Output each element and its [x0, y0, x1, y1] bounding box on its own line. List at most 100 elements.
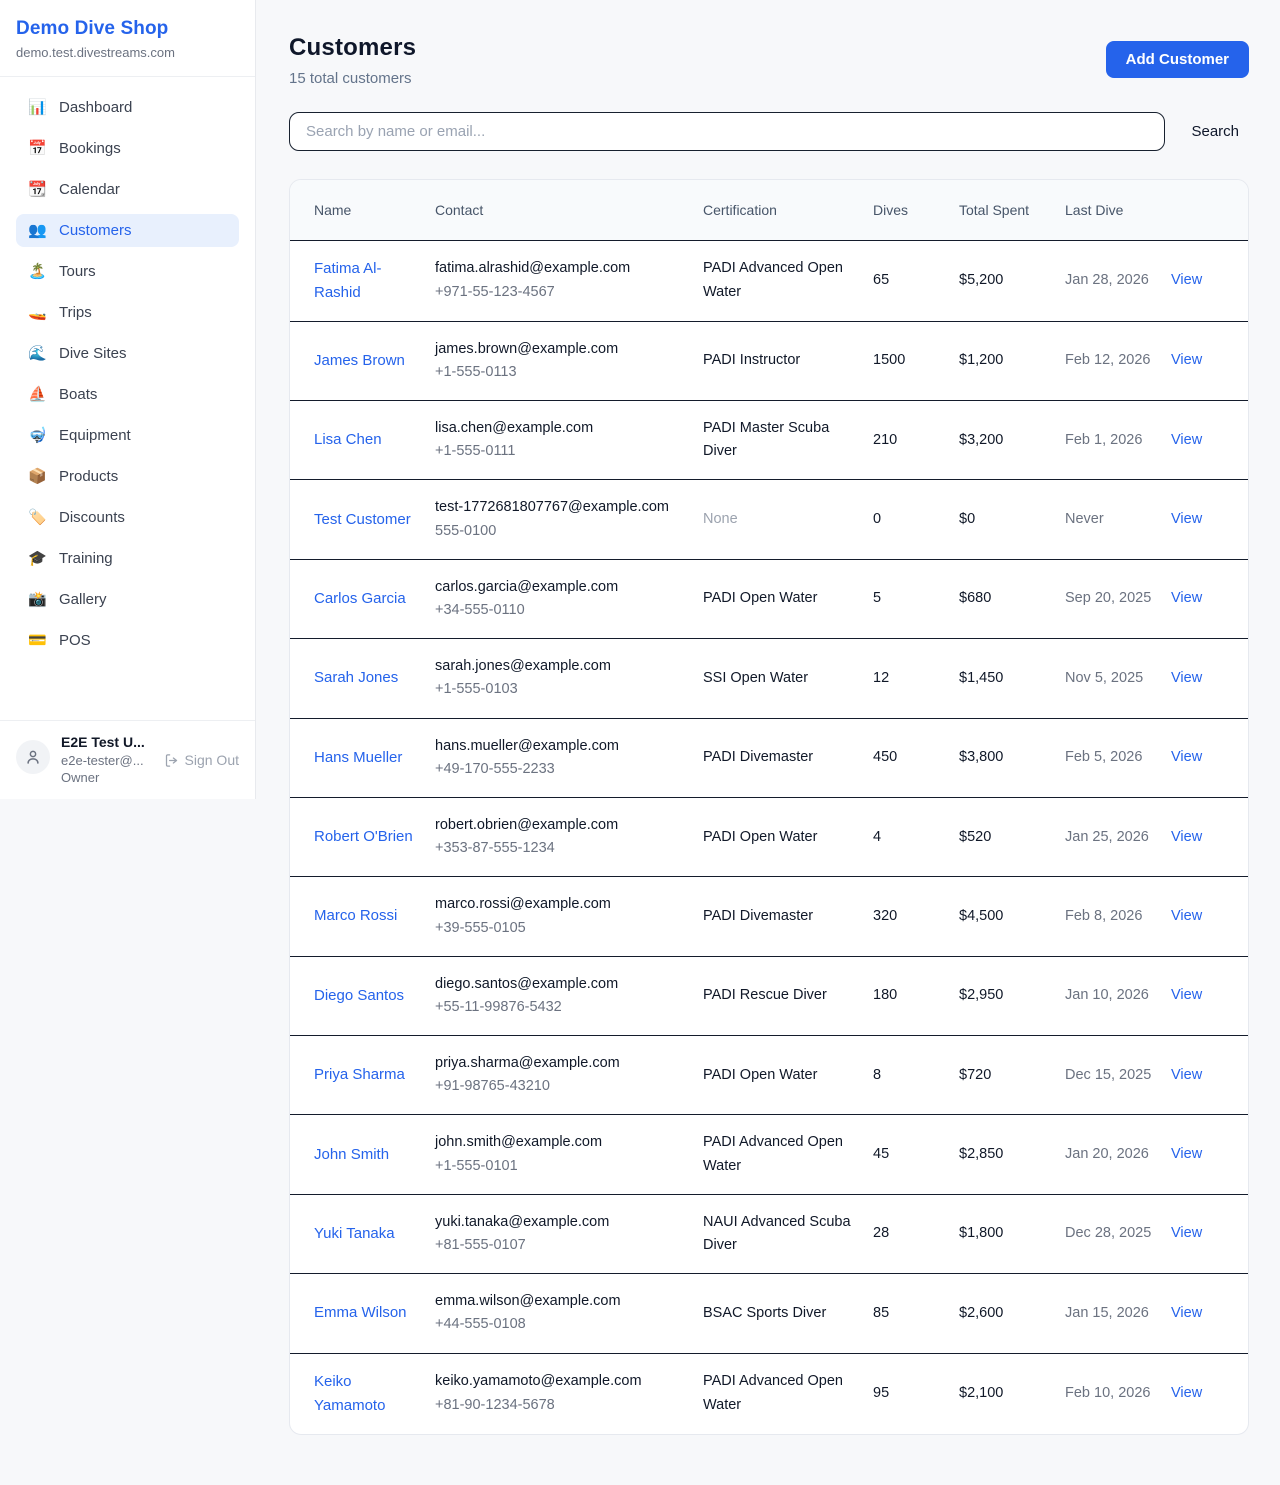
view-link[interactable]: View: [1171, 511, 1202, 527]
customer-name-link[interactable]: John Smith: [314, 1143, 389, 1167]
last-dive-date: Sep 20, 2025: [1065, 559, 1171, 638]
view-link[interactable]: View: [1171, 590, 1202, 606]
credit-card-icon: 💳: [28, 633, 46, 648]
total-spent: $0: [959, 480, 1065, 559]
table-row: Fatima Al-Rashid fatima.alrashid@example…: [290, 240, 1248, 321]
sidebar-item-dive-sites[interactable]: 🌊 Dive Sites: [16, 337, 239, 370]
tag-icon: 🏷️: [28, 510, 46, 525]
total-spent: $2,100: [959, 1353, 1065, 1434]
dives-count: 1500: [873, 321, 959, 400]
view-link[interactable]: View: [1171, 1067, 1202, 1083]
customer-name-link[interactable]: Diego Santos: [314, 984, 404, 1008]
sidebar-item-label: Calendar: [59, 181, 120, 198]
dives-count: 45: [873, 1115, 959, 1194]
sidebar-item-discounts[interactable]: 🏷️ Discounts: [16, 501, 239, 534]
customer-name-link[interactable]: James Brown: [314, 349, 405, 373]
sidebar-item-equipment[interactable]: 🤿 Equipment: [16, 419, 239, 452]
certification: PADI Open Water: [703, 1067, 817, 1083]
table-row: Emma Wilson emma.wilson@example.com+44-5…: [290, 1274, 1248, 1353]
sidebar-item-boats[interactable]: ⛵ Boats: [16, 378, 239, 411]
dives-count: 65: [873, 240, 959, 321]
customers-table: Name Contact Certification Dives Total S…: [290, 180, 1248, 1434]
sidebar-item-dashboard[interactable]: 📊 Dashboard: [16, 91, 239, 124]
view-link[interactable]: View: [1171, 829, 1202, 845]
sidebar-item-tours[interactable]: 🏝️ Tours: [16, 255, 239, 288]
view-link[interactable]: View: [1171, 987, 1202, 1003]
customer-name-link[interactable]: Lisa Chen: [314, 428, 382, 452]
view-link[interactable]: View: [1171, 432, 1202, 448]
dives-count: 0: [873, 480, 959, 559]
customer-email: sarah.jones@example.com: [435, 655, 693, 678]
sidebar-nav: 📊 Dashboard 📅 Bookings 📆 Calendar 👥 Cust…: [0, 77, 255, 720]
customer-name-link[interactable]: Emma Wilson: [314, 1301, 407, 1325]
total-spent: $1,450: [959, 639, 1065, 718]
dives-count: 95: [873, 1353, 959, 1434]
graduation-cap-icon: 🎓: [28, 551, 46, 566]
sidebar-item-bookings[interactable]: 📅 Bookings: [16, 132, 239, 165]
customer-name-link[interactable]: Marco Rossi: [314, 904, 397, 928]
sidebar-item-training[interactable]: 🎓 Training: [16, 542, 239, 575]
sidebar-item-customers[interactable]: 👥 Customers: [16, 214, 239, 247]
add-customer-button[interactable]: Add Customer: [1106, 41, 1249, 78]
search-input[interactable]: [289, 112, 1165, 151]
customer-name-link[interactable]: Priya Sharma: [314, 1063, 405, 1087]
customer-name-link[interactable]: Fatima Al-Rashid: [314, 257, 425, 305]
view-link[interactable]: View: [1171, 1305, 1202, 1321]
view-link[interactable]: View: [1171, 749, 1202, 765]
sidebar-item-trips[interactable]: 🚤 Trips: [16, 296, 239, 329]
sidebar-item-calendar[interactable]: 📆 Calendar: [16, 173, 239, 206]
customer-name-link[interactable]: Hans Mueller: [314, 746, 402, 770]
customer-name-link[interactable]: Yuki Tanaka: [314, 1222, 395, 1246]
view-link[interactable]: View: [1171, 272, 1202, 288]
last-dive-date: Jan 25, 2026: [1065, 797, 1171, 876]
certification: BSAC Sports Diver: [703, 1305, 826, 1321]
user-info: E2E Test U... e2e-tester@... Sign Out Ow…: [61, 734, 239, 785]
customer-name-link[interactable]: Sarah Jones: [314, 666, 398, 690]
sidebar-item-label: Bookings: [59, 140, 121, 157]
column-header-actions: [1171, 180, 1248, 240]
table-row: Sarah Jones sarah.jones@example.com+1-55…: [290, 639, 1248, 718]
sidebar-item-pos[interactable]: 💳 POS: [16, 624, 239, 657]
certification: NAUI Advanced Scuba Diver: [703, 1214, 851, 1253]
view-link[interactable]: View: [1171, 670, 1202, 686]
sidebar-item-label: Training: [59, 550, 113, 567]
table-row: Diego Santos diego.santos@example.com+55…: [290, 956, 1248, 1035]
last-dive-date: Feb 10, 2026: [1065, 1353, 1171, 1434]
last-dive-date: Jan 20, 2026: [1065, 1115, 1171, 1194]
customer-name-link[interactable]: Test Customer: [314, 508, 411, 532]
customer-phone: +353-87-555-1234: [435, 837, 693, 860]
camera-icon: 📸: [28, 592, 46, 607]
user-role: Owner: [61, 770, 239, 785]
view-link[interactable]: View: [1171, 908, 1202, 924]
customer-email: carlos.garcia@example.com: [435, 576, 693, 599]
customer-name-link[interactable]: Keiko Yamamoto: [314, 1370, 425, 1418]
package-icon: 📦: [28, 469, 46, 484]
customer-name-link[interactable]: Robert O'Brien: [314, 825, 413, 849]
customer-phone: +44-555-0108: [435, 1313, 693, 1336]
customer-email: yuki.tanaka@example.com: [435, 1211, 693, 1234]
customer-email: robert.obrien@example.com: [435, 814, 693, 837]
table-row: Marco Rossi marco.rossi@example.com+39-5…: [290, 877, 1248, 956]
view-link[interactable]: View: [1171, 1385, 1202, 1401]
customer-name-link[interactable]: Carlos Garcia: [314, 587, 406, 611]
avatar: [16, 740, 50, 774]
certification: PADI Master Scuba Diver: [703, 420, 829, 459]
search-button[interactable]: Search: [1165, 123, 1249, 140]
total-spent: $520: [959, 797, 1065, 876]
view-link[interactable]: View: [1171, 1146, 1202, 1162]
sign-out-button[interactable]: Sign Out: [164, 752, 239, 768]
shop-title: Demo Dive Shop: [16, 18, 239, 40]
sidebar-item-label: Discounts: [59, 509, 125, 526]
view-link[interactable]: View: [1171, 352, 1202, 368]
customer-email: james.brown@example.com: [435, 338, 693, 361]
user-footer: E2E Test U... e2e-tester@... Sign Out Ow…: [0, 720, 255, 799]
customer-email: fatima.alrashid@example.com: [435, 257, 693, 280]
user-email: e2e-tester@...: [61, 753, 144, 768]
view-link[interactable]: View: [1171, 1225, 1202, 1241]
table-row: Lisa Chen lisa.chen@example.com+1-555-01…: [290, 401, 1248, 480]
sidebar-item-products[interactable]: 📦 Products: [16, 460, 239, 493]
table-header-row: Name Contact Certification Dives Total S…: [290, 180, 1248, 240]
total-spent: $720: [959, 1036, 1065, 1115]
sidebar-item-gallery[interactable]: 📸 Gallery: [16, 583, 239, 616]
customer-email: keiko.yamamoto@example.com: [435, 1370, 693, 1393]
